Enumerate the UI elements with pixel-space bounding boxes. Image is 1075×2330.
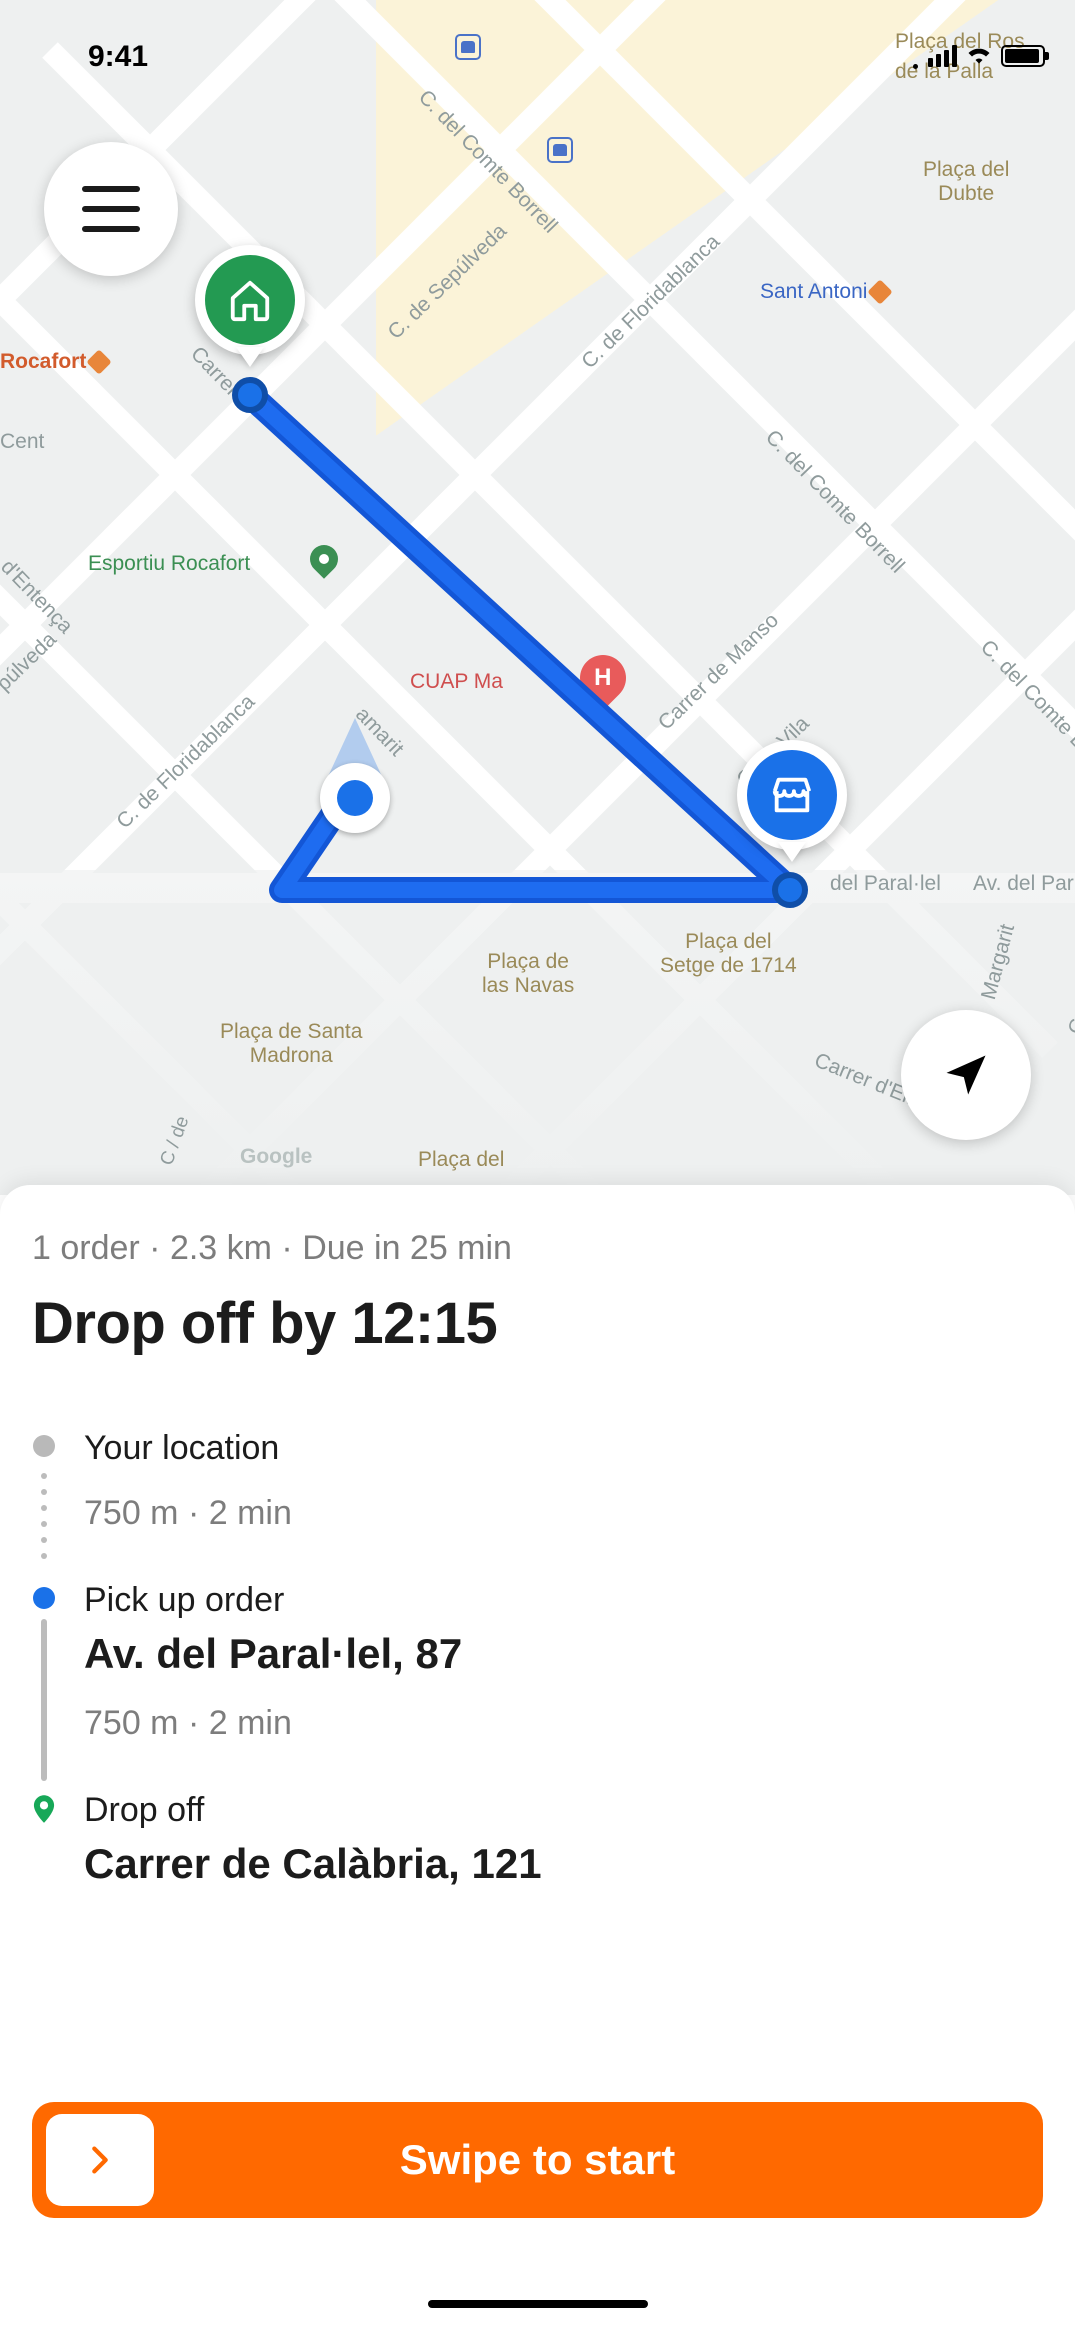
wifi-icon: [965, 42, 993, 69]
step-your-location: Your location 750 m · 2 min: [32, 1429, 1043, 1581]
step-address: Av. del Paral·lel, 87: [84, 1630, 1043, 1678]
step-dot-icon: [33, 1435, 55, 1457]
step-distance: 750 m · 2 min: [84, 1704, 1043, 1743]
cellular-icon: [928, 45, 957, 67]
dotted-connector-icon: [41, 1467, 47, 1571]
store-icon: [769, 772, 815, 818]
swipe-to-start-button[interactable]: Swipe to start: [32, 2102, 1043, 2218]
chevron-right-icon: [83, 2143, 117, 2177]
home-icon: [227, 277, 273, 323]
pickup-marker[interactable]: [737, 740, 847, 850]
recenter-button[interactable]: [901, 1010, 1031, 1140]
step-label: Your location: [84, 1429, 1043, 1468]
route-timeline: Your location 750 m · 2 min Pick up orde…: [32, 1429, 1043, 1888]
order-meta: 1 order · 2.3 km · Due in 25 min: [32, 1229, 1043, 1268]
current-location-icon: [320, 763, 390, 833]
solid-connector-icon: [41, 1619, 47, 1781]
order-sheet[interactable]: 1 order · 2.3 km · Due in 25 min Drop of…: [0, 1185, 1075, 2330]
battery-icon: [1001, 45, 1045, 67]
swipe-label: Swipe to start: [400, 2136, 675, 2184]
swipe-thumb[interactable]: [46, 2114, 154, 2206]
step-label: Pick up order: [84, 1581, 1043, 1620]
status-time: 9:41: [88, 40, 148, 74]
route-endpoint-icon: [232, 377, 268, 413]
sheet-title: Drop off by 12:15: [32, 1290, 1043, 1357]
step-dot-icon: [33, 1587, 55, 1609]
menu-button[interactable]: [44, 142, 178, 276]
home-indicator: [428, 2300, 648, 2308]
step-label: Drop off: [84, 1791, 1043, 1830]
route-endpoint-icon: [772, 872, 808, 908]
location-arrow-icon: [940, 1049, 992, 1101]
hamburger-icon: [82, 186, 140, 232]
step-dropoff: Drop off Carrer de Calàbria, 121: [32, 1791, 1043, 1888]
map-view[interactable]: C. del Comte Borrell C. del Comte Borrel…: [0, 0, 1075, 1195]
step-distance: 750 m · 2 min: [84, 1494, 1043, 1533]
swipe-container: Swipe to start: [32, 2102, 1043, 2218]
step-pickup: Pick up order Av. del Paral·lel, 87 750 …: [32, 1581, 1043, 1791]
map-pin-icon: [33, 1795, 55, 1823]
step-address: Carrer de Calàbria, 121: [84, 1840, 1043, 1888]
status-indicators: [913, 42, 1045, 69]
dropoff-marker[interactable]: [195, 245, 305, 355]
status-bar: 9:41: [0, 0, 1075, 100]
